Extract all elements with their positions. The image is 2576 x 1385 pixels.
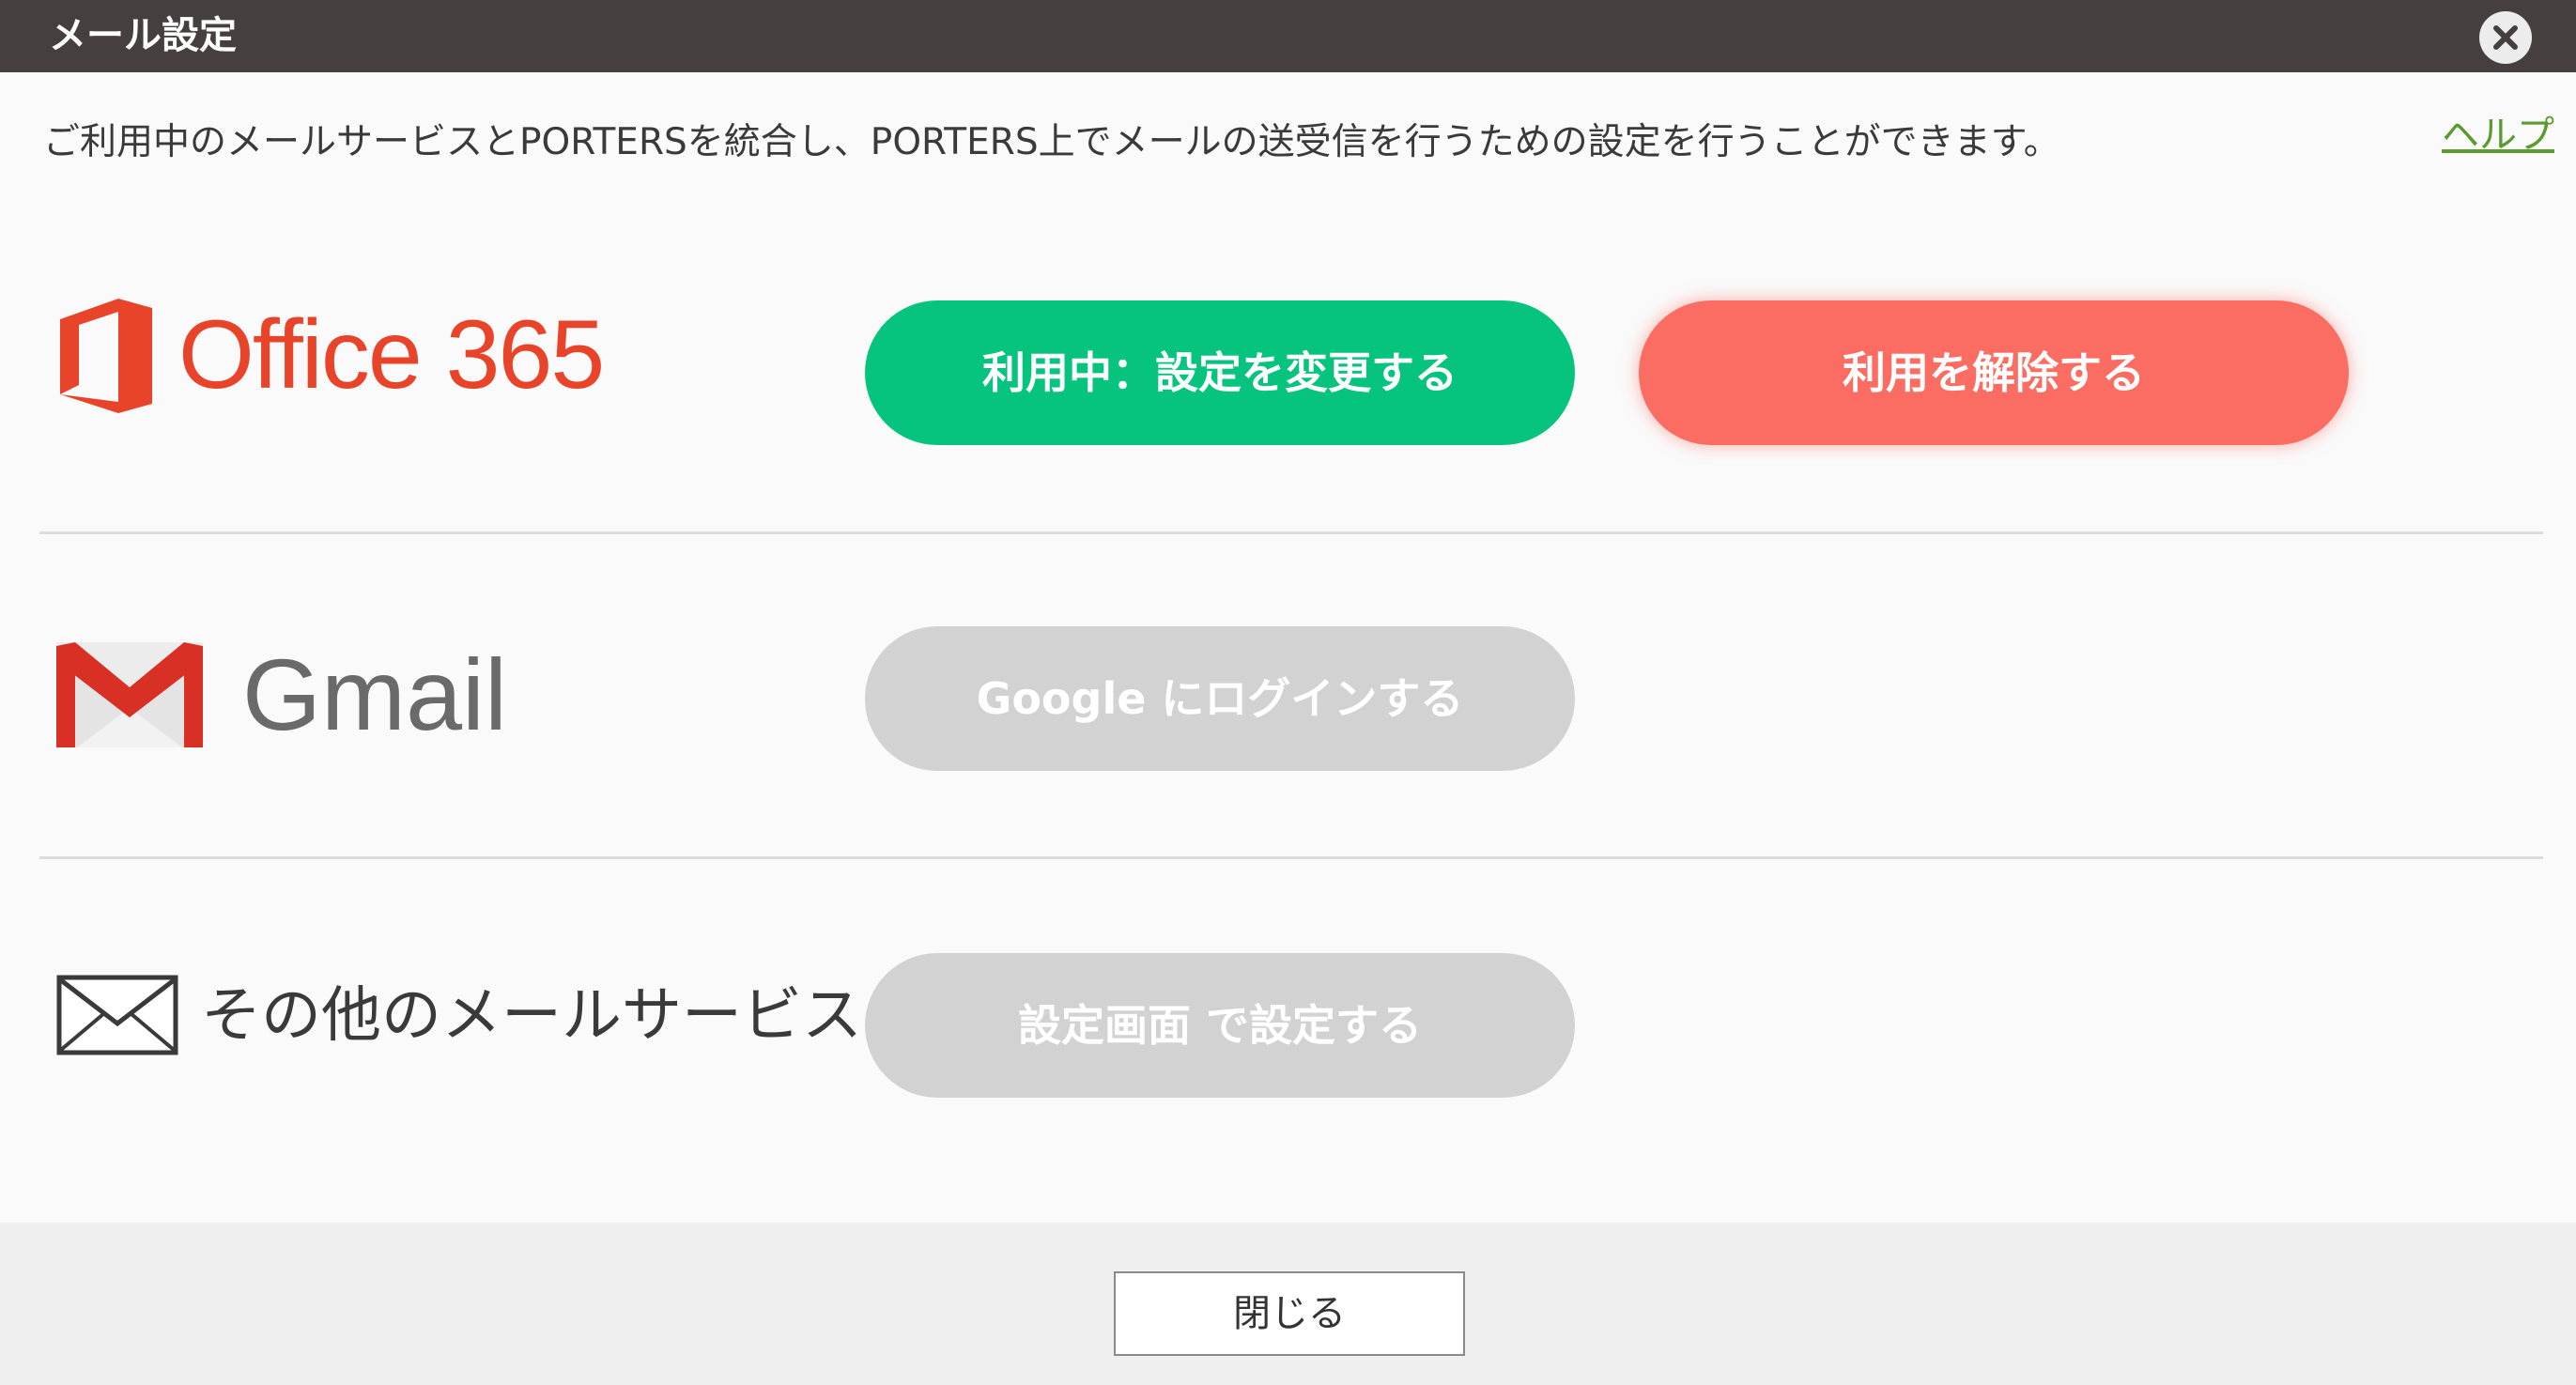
close-icon[interactable] xyxy=(2479,11,2532,64)
description-text: ご利用中のメールサービスとPORTERSを統合し、PORTERS上でメールの送受… xyxy=(43,121,2060,163)
divider xyxy=(39,856,2543,859)
office365-name: Office 365 xyxy=(178,300,605,409)
help-link[interactable]: ヘルプ xyxy=(2442,109,2554,162)
office365-change-settings-button[interactable]: 利用中：設定を変更する xyxy=(865,300,1575,445)
office365-logo-icon xyxy=(56,299,154,417)
other-mail-services-name: その他のメールサービス xyxy=(201,981,862,1051)
title-bar: メール設定 xyxy=(0,0,2576,72)
mail-settings-dialog: メール設定 ご利用中のメールサービスとPORTERSを統合し、PORTERS上で… xyxy=(0,0,2576,1385)
divider xyxy=(39,531,2543,534)
google-login-button[interactable]: Google にログインする xyxy=(865,626,1575,771)
open-settings-screen-button[interactable]: 設定画面 で設定する xyxy=(865,953,1575,1098)
envelope-icon xyxy=(56,975,178,1059)
close-button[interactable]: 閉じる xyxy=(1114,1271,1465,1356)
office365-disconnect-button[interactable]: 利用を解除する xyxy=(1639,300,2349,445)
gmail-logo-icon xyxy=(56,642,203,751)
gmail-name: Gmail xyxy=(242,638,508,751)
dialog-title: メール設定 xyxy=(49,14,237,57)
